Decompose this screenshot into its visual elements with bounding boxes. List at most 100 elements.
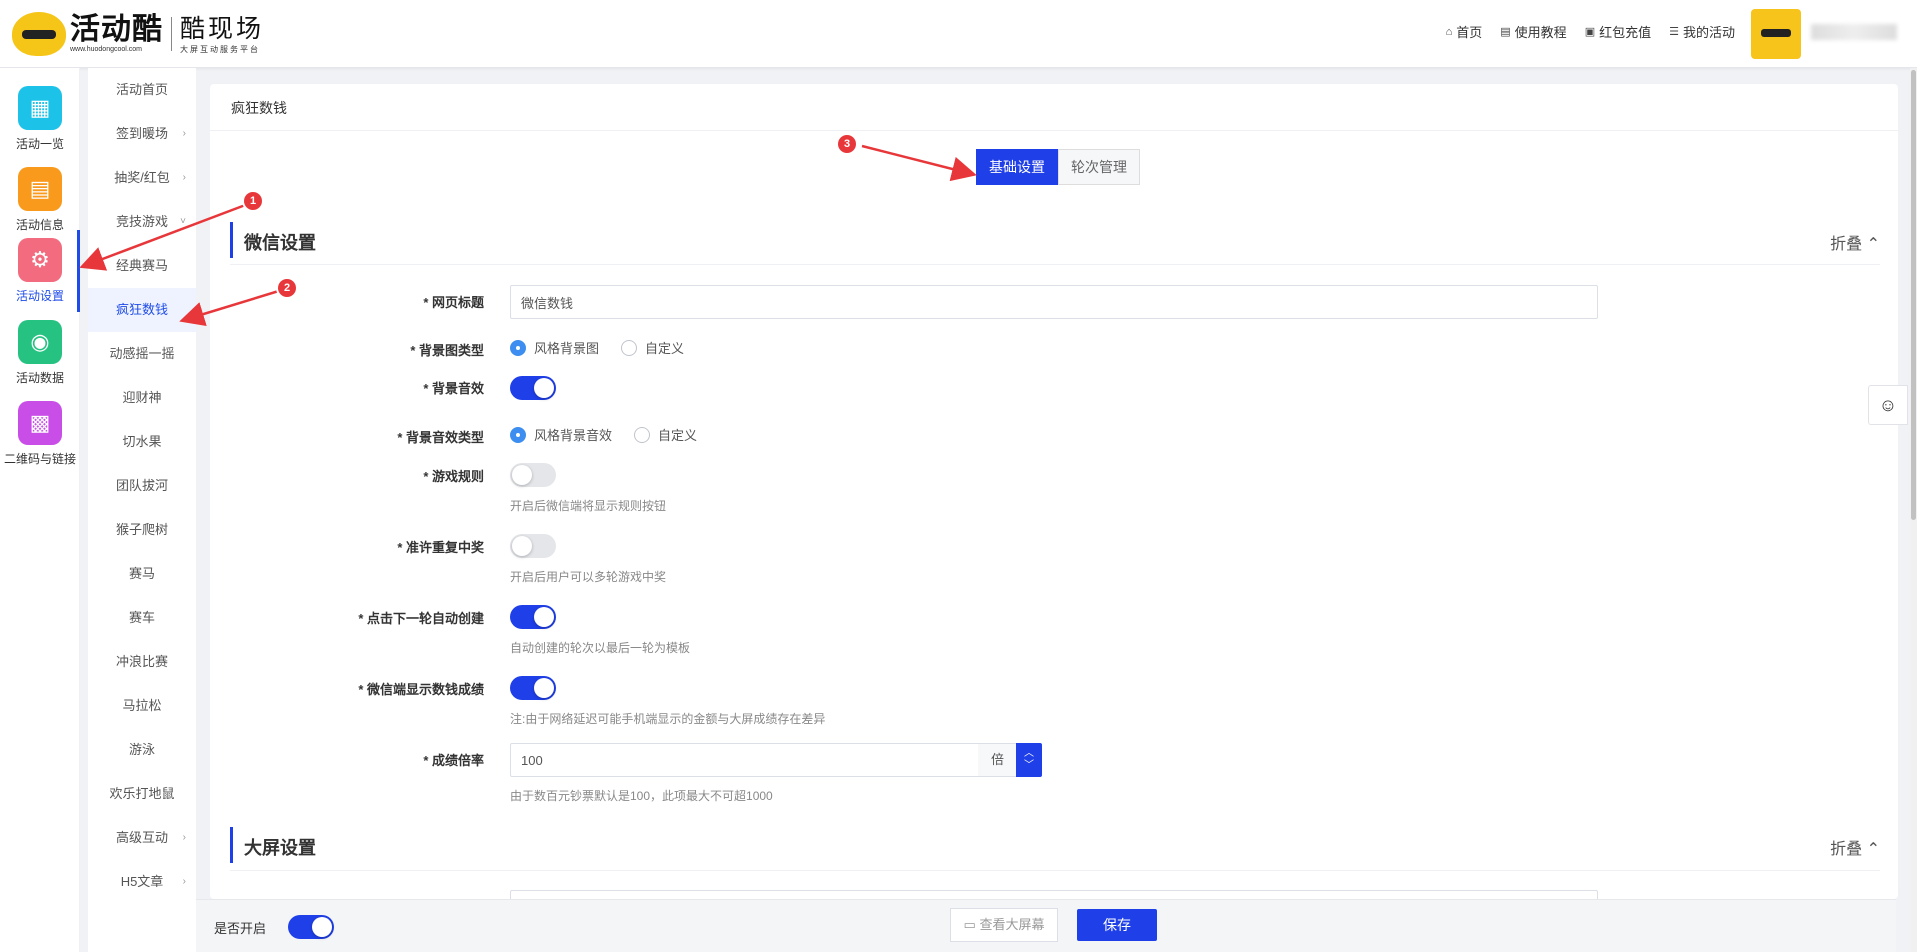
settings-card: 疯狂数钱 基础设置 轮次管理 微信设置 折叠 ⌃ * 网页标题 * 背景图类型 … (210, 84, 1898, 899)
submenu-item[interactable]: H5文章 › (88, 860, 196, 904)
field-label: * 准许重复中奖 (397, 540, 484, 555)
monitor-icon: ▭ (963, 917, 980, 932)
chevron-down-icon: ˅ (180, 216, 186, 227)
field-label: * 微信端显示数钱成绩 (358, 682, 484, 697)
brand-logo[interactable]: 活动酷 www.huodongcool.com 酷现场 大屏互动服务平台 (12, 12, 264, 56)
save-button[interactable]: 保存 (1077, 909, 1157, 941)
field-hint: 自动创建的轮次以最后一轮为模板 (510, 641, 691, 655)
annotation-badge-1: 1 (244, 192, 262, 210)
logo-url: www.huodongcool.com (70, 46, 142, 53)
submenu-item-active[interactable]: 疯狂数钱 (88, 288, 196, 332)
username-blurred[interactable] (1811, 24, 1897, 40)
section-title: 微信设置 (244, 233, 316, 253)
fold-toggle[interactable]: 折叠 ⌃ (1830, 835, 1880, 859)
radio-option[interactable]: 自定义 (634, 425, 697, 444)
field-hint: 开启后用户可以多轮游戏中奖 (510, 570, 667, 584)
submenu-item[interactable]: 动感摇一摇 (88, 332, 196, 376)
logo-divider (171, 17, 172, 51)
nav-my-activities[interactable]: ☰ 我的活动 (1669, 22, 1735, 41)
brand-tagline: 大屏互动服务平台 (180, 44, 260, 54)
submenu-item[interactable]: 猴子爬树 (88, 508, 196, 552)
fold-toggle[interactable]: 折叠 ⌃ (1830, 230, 1880, 254)
screen-field-input[interactable] (510, 890, 1598, 899)
radio-unchecked[interactable] (634, 426, 651, 443)
qq-support-icon[interactable]: ☺ (1868, 385, 1908, 425)
page-title-input[interactable] (510, 285, 1598, 319)
field-hint: 开启后微信端将显示规则按钮 (510, 499, 667, 513)
radio-unchecked[interactable] (621, 339, 638, 356)
field-label: * 成绩倍率 (423, 753, 484, 768)
bottom-action-bar: 是否开启 ▭ 查看大屏幕 保存 (196, 899, 1896, 952)
nav-tutorial[interactable]: ▤ 使用教程 (1500, 22, 1566, 41)
enable-label: 是否开启 (214, 921, 267, 936)
repeat-win-toggle[interactable] (510, 534, 556, 558)
chevron-up-icon[interactable]: ︿ (1024, 748, 1034, 760)
field-hint: 注:由于网络延迟可能手机端显示的金额与大屏成绩存在差异 (510, 712, 826, 726)
submenu-item[interactable]: 切水果 (88, 420, 196, 464)
section-accent-bar (230, 827, 233, 863)
list-icon: ☰ (1669, 26, 1679, 38)
section-accent-bar (230, 222, 233, 258)
submenu-item[interactable]: 抽奖/红包 › (88, 156, 196, 200)
sidebar-item-data[interactable]: ◉ 活动数据 (0, 312, 80, 392)
submenu-item[interactable]: 竞技游戏 ˅ (88, 200, 196, 244)
annotation-badge-3: 3 (838, 135, 856, 153)
submenu-item[interactable]: 赛车 (88, 596, 196, 640)
submenu-item[interactable]: 游泳 (88, 728, 196, 772)
game-rules-toggle[interactable] (510, 463, 556, 487)
submenu-item[interactable]: 签到暖场 › (88, 112, 196, 156)
show-score-toggle[interactable] (510, 676, 556, 700)
submenu-item[interactable]: 团队拔河 (88, 464, 196, 508)
gear-icon: ⚙ (18, 238, 62, 282)
document-icon: ▤ (18, 167, 62, 211)
chevron-right-icon: › (182, 128, 186, 139)
nav-recharge[interactable]: ▣ 红包充值 (1585, 22, 1651, 41)
radio-option[interactable]: 自定义 (621, 338, 684, 357)
field-label: * 游戏规则 (423, 469, 484, 484)
submenu-item[interactable]: 欢乐打地鼠 (88, 772, 196, 816)
sidebar-item-settings[interactable]: ⚙ 活动设置 (0, 230, 80, 312)
radio-option[interactable]: 风格背景图 (510, 338, 599, 357)
auto-create-toggle[interactable] (510, 605, 556, 629)
view-big-screen-button[interactable]: ▭ 查看大屏幕 (950, 908, 1058, 942)
top-header: 活动酷 www.huodongcool.com 酷现场 大屏互动服务平台 ⌂ 首页… (0, 0, 1917, 68)
book-icon: ▤ (1500, 26, 1511, 38)
logo-text: 活动酷 (70, 13, 163, 46)
submenu-item[interactable]: 迎财神 (88, 376, 196, 420)
multiplier-input[interactable] (510, 743, 980, 777)
radio-option[interactable]: 风格背景音效 (510, 425, 612, 444)
submenu-item[interactable]: 活动首页 (88, 68, 196, 112)
scrollbar-thumb[interactable] (1911, 70, 1916, 520)
section-title: 大屏设置 (244, 838, 316, 858)
tab-round-management[interactable]: 轮次管理 (1058, 149, 1140, 185)
bg-music-type-radio-group: 风格背景音效 自定义 (510, 425, 711, 444)
submenu-item[interactable]: 马拉松 (88, 684, 196, 728)
sidebar-item-overview[interactable]: ▦ 活动一览 (0, 78, 80, 158)
bg-music-toggle[interactable] (510, 376, 556, 400)
submenu-item[interactable]: 赛马 (88, 552, 196, 596)
radio-checked[interactable] (510, 426, 526, 443)
top-nav: ⌂ 首页 ▤ 使用教程 ▣ 红包充值 ☰ 我的活动 (1446, 22, 1735, 41)
nav-home[interactable]: ⌂ 首页 (1446, 22, 1483, 41)
chevron-right-icon: › (182, 172, 186, 183)
chevron-down-icon[interactable]: ﹀ (1024, 760, 1034, 772)
field-label: * 背景图类型 (410, 343, 484, 358)
section-header-wechat: 微信设置 折叠 ⌃ (230, 222, 1880, 258)
submenu-item[interactable]: 高级互动 › (88, 816, 196, 860)
brand-subtitle: 酷现场 (180, 14, 265, 43)
number-stepper[interactable]: ︿ ﹀ (1016, 743, 1042, 777)
icon-sidebar: ▦ 活动一览 ▤ 活动信息 ⚙ 活动设置 ◉ 活动数据 ▩ 二维码与链接 (0, 68, 80, 952)
radio-checked[interactable] (510, 339, 526, 356)
cat-logo-icon (12, 12, 66, 56)
sidebar-item-qrcode[interactable]: ▩ 二维码与链接 (0, 393, 80, 473)
settings-tabs: 基础设置 轮次管理 (976, 149, 1140, 185)
submenu-item[interactable]: 经典赛马 (88, 244, 196, 288)
enable-toggle[interactable] (288, 915, 334, 939)
sidebar-item-info[interactable]: ▤ 活动信息 (0, 159, 80, 239)
submenu-item[interactable]: 冲浪比赛 (88, 640, 196, 684)
tab-basic-settings[interactable]: 基础设置 (976, 149, 1058, 185)
avatar[interactable] (1751, 9, 1801, 59)
field-label: * 点击下一轮自动创建 (358, 611, 484, 626)
home-icon: ⌂ (1445, 25, 1453, 38)
divider (230, 264, 1880, 265)
